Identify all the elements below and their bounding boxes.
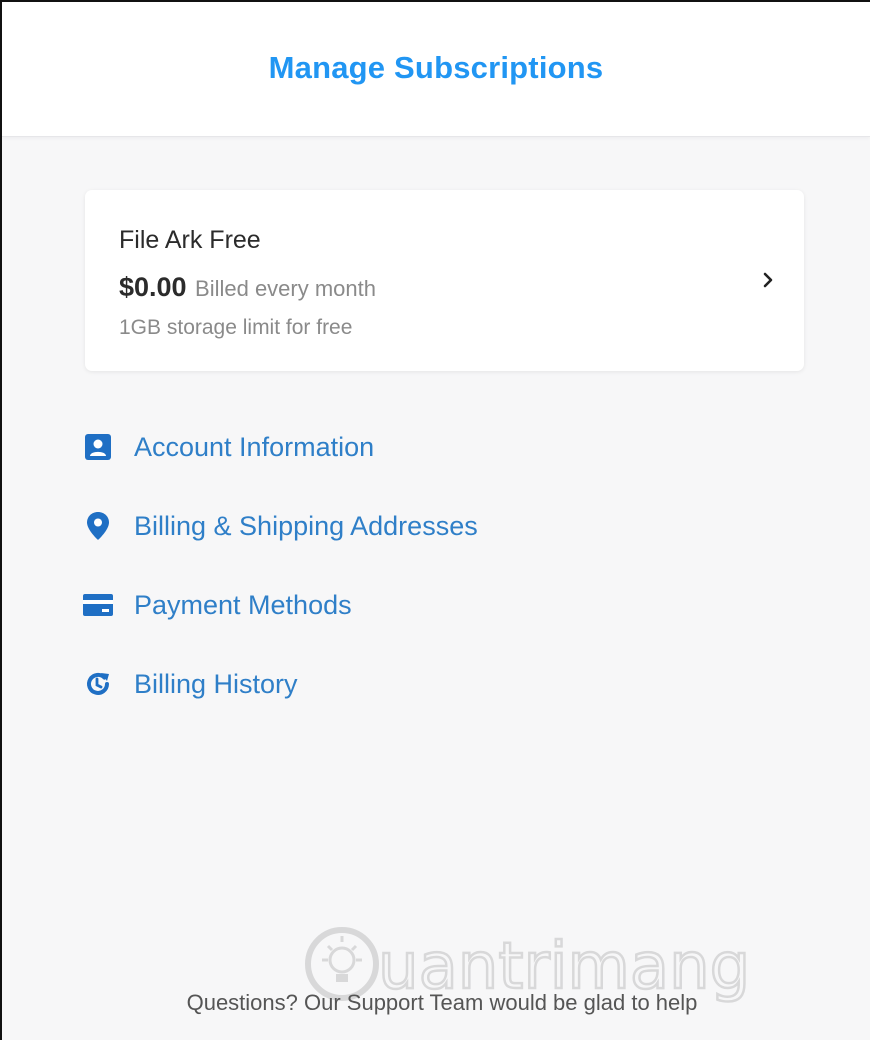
plan-billing-cycle: Billed every month (195, 276, 377, 301)
plan-card[interactable]: File Ark Free $0.00 Billed every month 1… (85, 190, 804, 371)
credit-card-icon (82, 589, 114, 621)
menu-item-billing-history[interactable]: Billing History (82, 662, 682, 706)
subscriptions-window: Manage Subscriptions File Ark Free $0.00… (0, 0, 870, 1040)
history-icon (82, 668, 114, 700)
menu-item-billing-shipping-addresses[interactable]: Billing & Shipping Addresses (82, 504, 682, 548)
menu-item-label: Payment Methods (134, 589, 352, 620)
menu-item-payment-methods[interactable]: Payment Methods (82, 583, 682, 627)
plan-name: File Ark Free (119, 226, 261, 254)
menu-item-label: Account Information (134, 431, 375, 462)
map-pin-icon (82, 510, 114, 542)
menu-item-account-information[interactable]: Account Information (82, 425, 682, 469)
support-help-text: Questions? Our Support Team would be gla… (186, 990, 698, 1015)
plan-price-row: $0.00 Billed every month (119, 272, 376, 303)
page-title: Manage Subscriptions (268, 50, 604, 85)
menu-item-label: Billing & Shipping Addresses (134, 510, 478, 541)
chevron-right-icon (763, 272, 773, 288)
header: Manage Subscriptions (2, 2, 870, 137)
user-card-icon (82, 431, 114, 463)
menu-item-label: Billing History (134, 668, 298, 699)
plan-description: 1GB storage limit for free (119, 316, 353, 339)
plan-price: $0.00 (119, 272, 187, 302)
